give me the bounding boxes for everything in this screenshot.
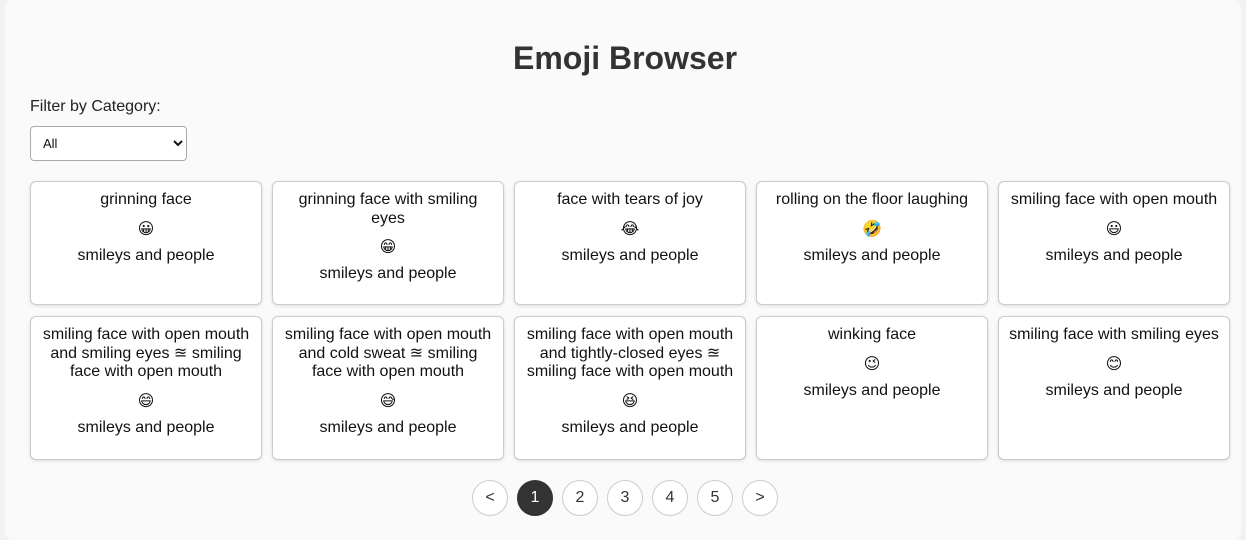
emoji-card[interactable]: grinning face with smiling eyes 😁 smiley… [272, 181, 504, 305]
emoji-category: smileys and people [319, 265, 457, 282]
emoji-name: grinning face [100, 191, 192, 208]
emoji-card[interactable]: smiling face with open mouth and cold sw… [272, 316, 504, 460]
pagination: < 1 2 3 4 5 > [5, 480, 1245, 516]
emoji-grid: grinning face 😀 smileys and people grinn… [30, 181, 1230, 460]
page-button-2[interactable]: 2 [562, 480, 598, 516]
page-title: Emoji Browser [512, 40, 738, 76]
emoji-card[interactable]: face with tears of joy 😂 smileys and peo… [514, 181, 746, 305]
prev-page-button[interactable]: < [472, 480, 508, 516]
emoji-category: smileys and people [561, 418, 699, 436]
emoji-name: grinning face with smiling eyes [298, 191, 478, 227]
next-page-button[interactable]: > [742, 480, 778, 516]
emoji-card[interactable]: smiling face with open mouth and tightly… [514, 316, 746, 460]
emoji-name: smiling face with open mouth and tightly… [526, 326, 734, 380]
emoji-name: smiling face with open mouth and cold sw… [284, 326, 492, 380]
emoji-name: winking face [827, 326, 917, 343]
emoji-glyph: 😁 [379, 237, 397, 256]
emoji-category: smileys and people [561, 246, 699, 264]
page-button-1[interactable]: 1 [517, 480, 553, 516]
page-button-4[interactable]: 4 [652, 480, 688, 516]
page-button-5[interactable]: 5 [697, 480, 733, 516]
page-button-3[interactable]: 3 [607, 480, 643, 516]
emoji-category: smileys and people [1045, 246, 1183, 264]
emoji-card[interactable]: rolling on the floor laughing 🤣 smileys … [756, 181, 988, 305]
emoji-glyph: 😂 [620, 218, 640, 238]
emoji-name: rolling on the floor laughing [775, 191, 969, 208]
emoji-name: smiling face with open mouth and smiling… [42, 326, 250, 380]
filter-label: Filter by Category: [30, 98, 161, 115]
emoji-category: smileys and people [803, 246, 941, 264]
emoji-category: smileys and people [319, 418, 457, 436]
emoji-name: smiling face with open mouth [1010, 191, 1218, 208]
app-container: Emoji Browser Filter by Category: All gr… [5, 0, 1241, 540]
emoji-glyph: 😆 [621, 390, 639, 410]
emoji-category: smileys and people [77, 246, 215, 264]
category-filter-select[interactable]: All [30, 126, 187, 161]
emoji-glyph: 😅 [379, 390, 397, 410]
emoji-card[interactable]: smiling face with open mouth 😃 smileys a… [998, 181, 1230, 305]
emoji-glyph: 😊 [1105, 353, 1123, 373]
emoji-glyph: 😉 [863, 353, 881, 373]
emoji-glyph: 😃 [1105, 218, 1123, 238]
emoji-card[interactable]: winking face 😉 smileys and people [756, 316, 988, 460]
emoji-card[interactable]: grinning face 😀 smileys and people [30, 181, 262, 305]
emoji-card[interactable]: smiling face with open mouth and smiling… [30, 316, 262, 460]
emoji-category: smileys and people [1045, 381, 1183, 399]
emoji-glyph: 😄 [137, 390, 155, 410]
emoji-category: smileys and people [77, 418, 215, 436]
emoji-category: smileys and people [803, 381, 941, 399]
emoji-name: smiling face with smiling eyes [1009, 326, 1219, 343]
emoji-glyph: 🤣 [862, 218, 882, 238]
emoji-card[interactable]: smiling face with smiling eyes 😊 smileys… [998, 316, 1230, 460]
emoji-name: face with tears of joy [557, 191, 703, 208]
emoji-glyph: 😀 [137, 218, 155, 238]
